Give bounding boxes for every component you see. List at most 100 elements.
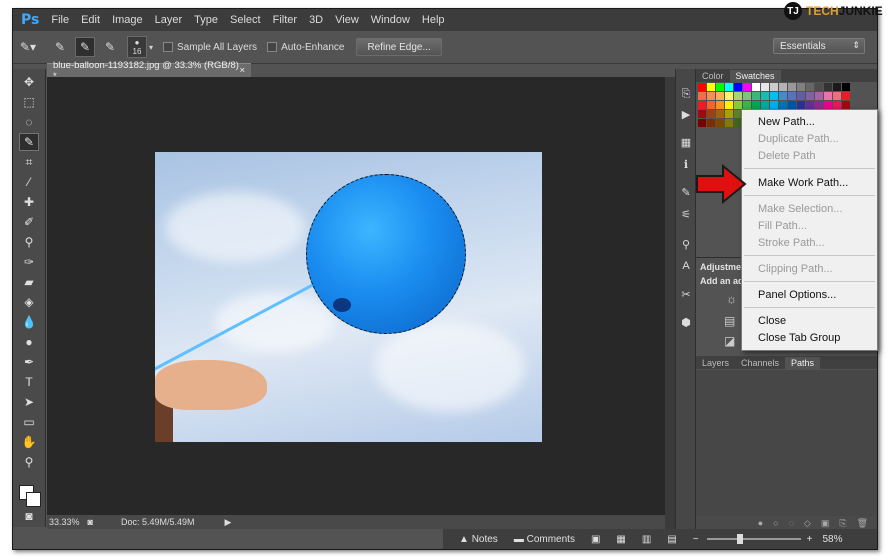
delete-path-icon[interactable]: 🗑 <box>857 518 868 529</box>
menu-make-work-path[interactable]: Make Work Path... <box>758 175 848 191</box>
swatch[interactable] <box>752 101 760 109</box>
fit-screen-icon[interactable]: ▤ <box>667 534 676 545</box>
swatch[interactable] <box>770 101 778 109</box>
actions-icon[interactable]: ▶ <box>679 107 693 121</box>
swatch[interactable] <box>716 83 724 91</box>
menu-select[interactable]: Select <box>230 14 261 26</box>
grid-view-icon[interactable]: ▦ <box>616 534 625 545</box>
swatch[interactable] <box>707 101 715 109</box>
swatch[interactable] <box>788 101 796 109</box>
dodge-tool-icon[interactable]: ● <box>19 333 39 351</box>
swatch[interactable] <box>698 119 706 127</box>
tab-swatches[interactable]: Swatches <box>729 70 781 82</box>
canvas-area[interactable] <box>47 77 665 521</box>
menu-image[interactable]: Image <box>112 14 143 26</box>
quick-mask-icon[interactable]: ◙ <box>19 507 39 525</box>
menu-close[interactable]: Close <box>758 313 786 329</box>
zoom-in-icon[interactable]: + <box>807 534 813 545</box>
two-page-icon[interactable]: ▥ <box>642 534 651 545</box>
swatch[interactable] <box>725 110 733 118</box>
tab-paths[interactable]: Paths <box>785 357 821 369</box>
hand-tool-icon[interactable]: ✋ <box>19 433 39 451</box>
swatch[interactable] <box>824 101 832 109</box>
brush-presets-icon[interactable]: ⚟ <box>679 207 693 221</box>
history-icon[interactable]: ⎘ <box>679 87 693 101</box>
swatch[interactable] <box>734 83 742 91</box>
rectangle-tool-icon[interactable]: ▭ <box>19 413 39 431</box>
eyedropper-tool-icon[interactable]: ⁄ <box>19 173 39 191</box>
clone-stamp-tool-icon[interactable]: ⚲ <box>19 233 39 251</box>
zoom-tool-icon[interactable]: ⚲ <box>19 453 39 471</box>
stroke-path-icon[interactable]: ○ <box>773 518 778 528</box>
zoom-level[interactable]: 33.33% <box>49 517 80 527</box>
menu-make-selection[interactable]: Make Selection... <box>758 201 842 217</box>
swatch[interactable] <box>842 83 850 91</box>
swatch[interactable] <box>779 92 787 100</box>
swatch[interactable] <box>734 92 742 100</box>
history-brush-tool-icon[interactable]: ✑ <box>19 253 39 271</box>
swatch[interactable] <box>815 101 823 109</box>
tab-color[interactable]: Color <box>696 70 730 82</box>
tab-channels[interactable]: Channels <box>735 357 785 369</box>
menu-new-path[interactable]: New Path... <box>758 114 815 130</box>
tools-icon[interactable]: ✂ <box>679 287 693 301</box>
swatch[interactable] <box>815 92 823 100</box>
swatch[interactable] <box>761 83 769 91</box>
background-color-swatch[interactable] <box>26 492 41 507</box>
document-tab[interactable]: blue-balloon-1193182.jpg @ 33.3% (RGB/8)… <box>47 60 251 82</box>
tab-layers[interactable]: Layers <box>696 357 735 369</box>
swatch[interactable] <box>761 101 769 109</box>
swatch[interactable] <box>797 83 805 91</box>
comments-button[interactable]: ▬ Comments <box>514 534 575 545</box>
swatch[interactable] <box>806 92 814 100</box>
swatch[interactable] <box>725 119 733 127</box>
status-menu-arrow-icon[interactable]: ▶ <box>225 517 232 528</box>
refine-edge-button[interactable]: Refine Edge... <box>356 38 442 56</box>
swatch[interactable] <box>743 101 751 109</box>
info-icon[interactable]: ℹ <box>679 157 693 171</box>
vertical-scrollbar[interactable] <box>665 77 675 529</box>
levels-icon[interactable]: ▤ <box>724 314 735 328</box>
swatch[interactable] <box>752 83 760 91</box>
move-tool-icon[interactable]: ✥ <box>19 73 39 91</box>
swatch[interactable] <box>734 101 742 109</box>
swatch[interactable] <box>743 83 751 91</box>
menu-clipping-path[interactable]: Clipping Path... <box>758 261 833 277</box>
menu-type[interactable]: Type <box>194 14 218 26</box>
blur-tool-icon[interactable]: 💧 <box>19 313 39 331</box>
swatch[interactable] <box>698 92 706 100</box>
swatch[interactable] <box>698 83 706 91</box>
single-page-icon[interactable]: ▣ <box>591 534 600 545</box>
swatch[interactable] <box>833 83 841 91</box>
swatch[interactable] <box>824 92 832 100</box>
swatch[interactable] <box>770 92 778 100</box>
menu-delete-path[interactable]: Delete Path <box>758 148 815 164</box>
load-selection-icon[interactable]: ◌ <box>789 518 794 528</box>
balloon-photo[interactable] <box>155 152 542 442</box>
swatch[interactable] <box>716 110 724 118</box>
brush-dropdown-icon[interactable]: ▾ <box>149 43 153 52</box>
paint-bucket-tool-icon[interactable]: ◈ <box>19 293 39 311</box>
brush-tool-icon[interactable]: ✐ <box>19 213 39 231</box>
swatch[interactable] <box>833 92 841 100</box>
swatch[interactable] <box>716 92 724 100</box>
properties-icon[interactable]: ▦ <box>679 135 693 149</box>
menu-layer[interactable]: Layer <box>155 14 183 26</box>
zoom-slider[interactable] <box>706 534 801 544</box>
swatch[interactable] <box>824 83 832 91</box>
path-selection-tool-icon[interactable]: ➤ <box>19 393 39 411</box>
swatch[interactable] <box>788 92 796 100</box>
swatch[interactable] <box>815 83 823 91</box>
new-selection-icon[interactable]: ✎ <box>51 38 69 56</box>
swatch[interactable] <box>743 92 751 100</box>
workspace-select[interactable]: Essentials ⇕ <box>773 38 865 54</box>
crop-tool-icon[interactable]: ⌗ <box>19 153 39 171</box>
character-icon[interactable]: A <box>679 259 693 273</box>
brightness-icon[interactable]: ☼ <box>726 292 737 306</box>
swatch[interactable] <box>725 101 733 109</box>
menu-duplicate-path[interactable]: Duplicate Path... <box>758 131 839 147</box>
zoom-slider-knob[interactable] <box>736 534 743 544</box>
menu-file[interactable]: File <box>51 14 69 26</box>
menu-edit[interactable]: Edit <box>81 14 100 26</box>
swatch[interactable] <box>788 83 796 91</box>
